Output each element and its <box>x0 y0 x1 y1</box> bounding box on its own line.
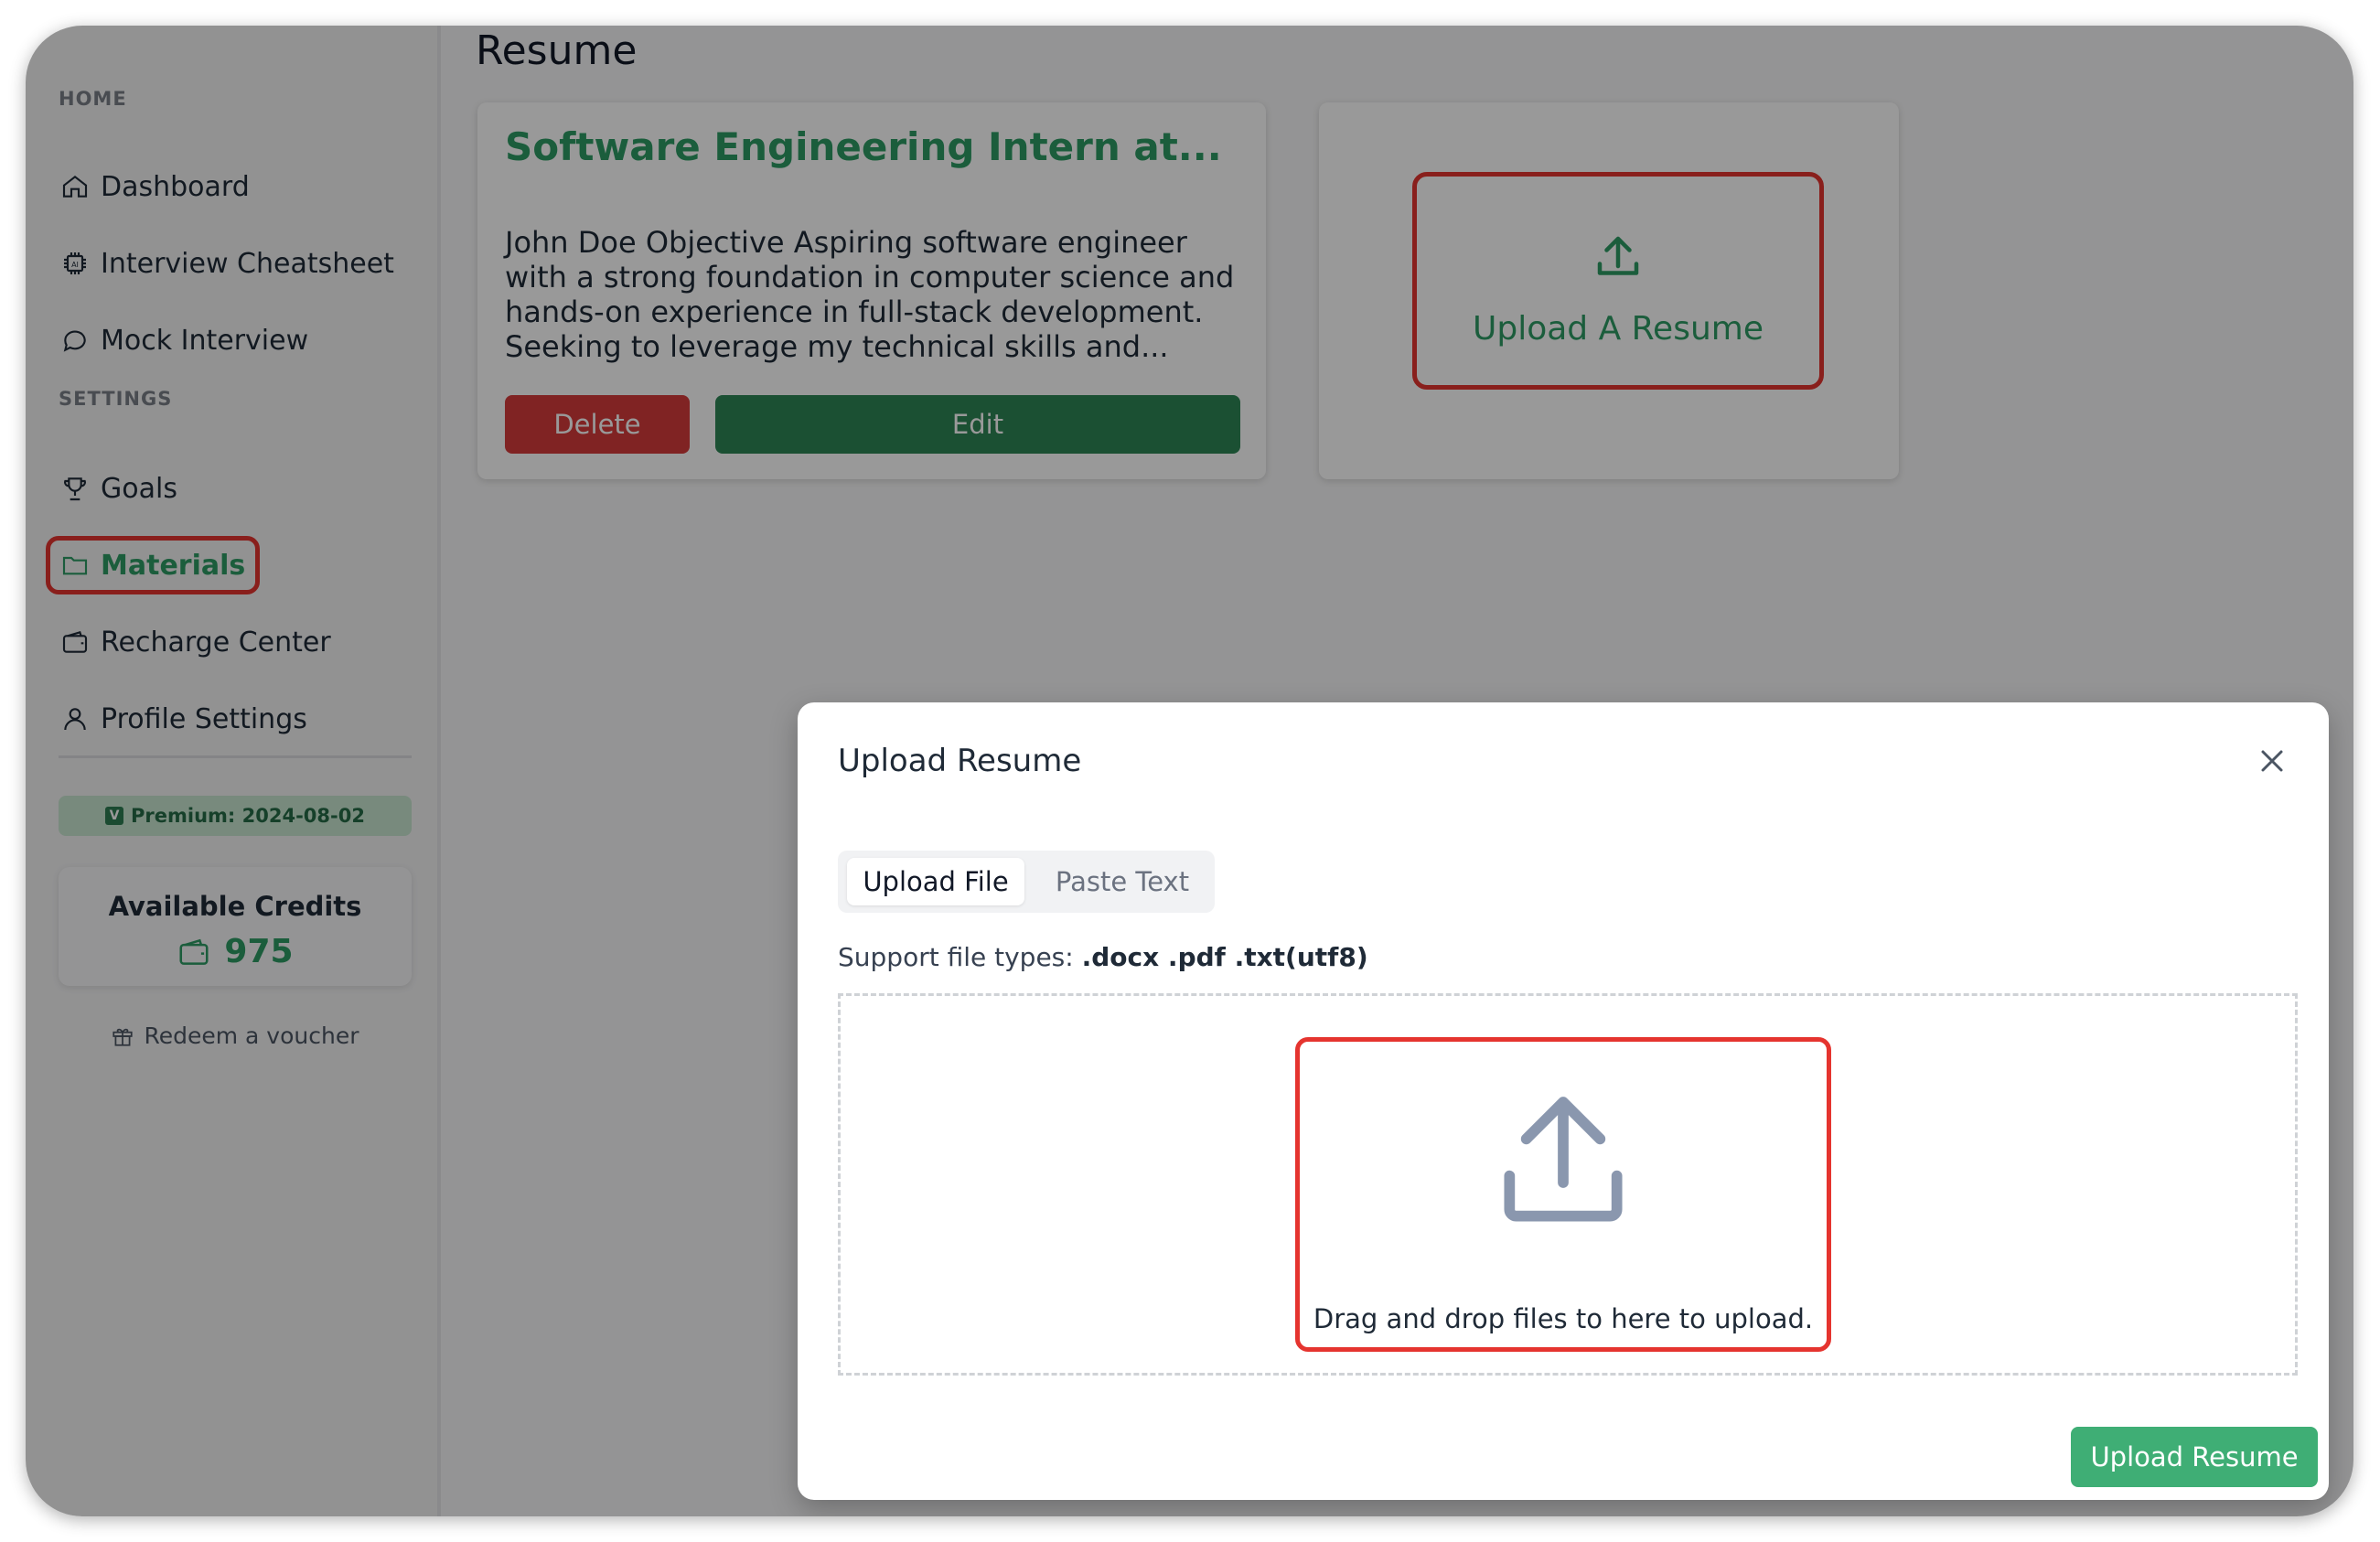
upload-resume-button[interactable]: Upload Resume <box>2071 1427 2318 1487</box>
upload-resume-dialog: Upload Resume Upload File Paste Text Sup… <box>798 702 2329 1500</box>
upload-mode-tabs: Upload File Paste Text <box>838 851 1215 913</box>
support-prefix: Support file types: <box>838 942 1074 972</box>
file-dropzone[interactable]: Drag and drop files to here to upload. <box>838 993 2298 1376</box>
upload-icon <box>1504 1097 1623 1222</box>
drop-instructions: Drag and drop files to here to upload. <box>1313 1303 1814 1334</box>
drop-target[interactable]: Drag and drop files to here to upload. <box>1295 1037 1831 1352</box>
support-types: .docx .pdf .txt(utf8) <box>1081 942 1368 972</box>
tab-upload-file[interactable]: Upload File <box>847 858 1024 905</box>
close-icon[interactable] <box>2254 743 2290 779</box>
dialog-title: Upload Resume <box>838 743 1082 779</box>
supported-file-types: Support file types: .docx .pdf .txt(utf8… <box>838 942 1368 972</box>
app-window: HOME Dashboard AI Interview Cheatsheet M… <box>26 26 2353 1516</box>
tab-paste-text[interactable]: Paste Text <box>1039 858 1206 905</box>
